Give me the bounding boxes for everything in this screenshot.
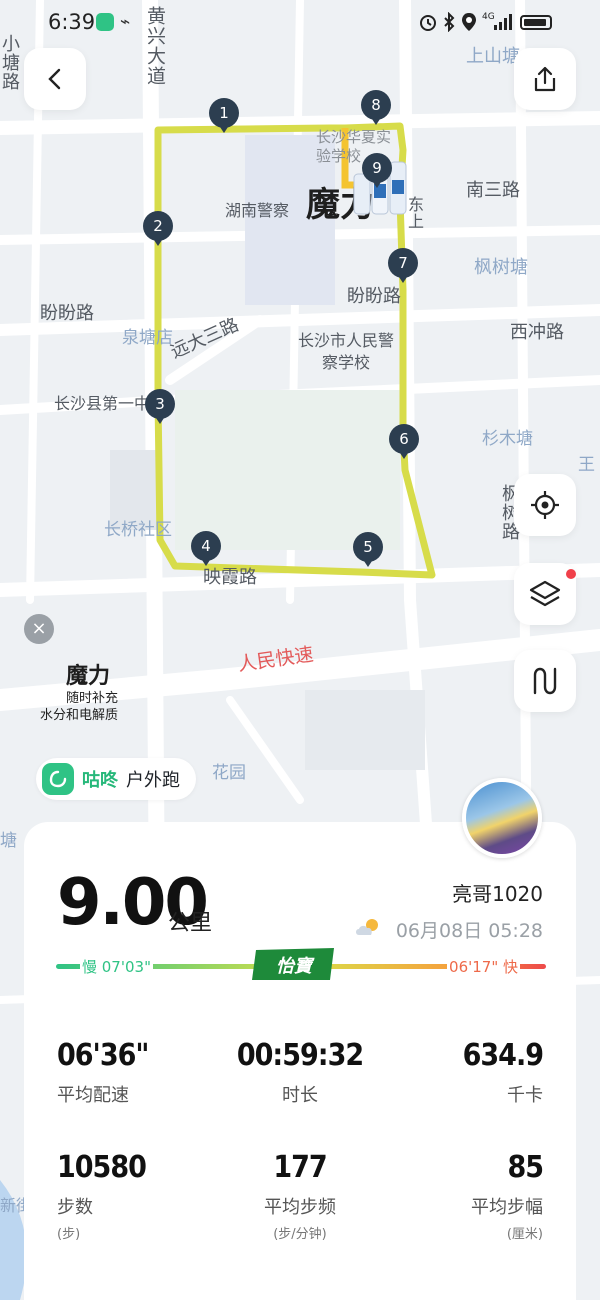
map-label-poi: 杉木塘	[482, 429, 533, 449]
ad-close-button[interactable]: ×	[24, 614, 54, 644]
km-marker[interactable]: 1	[209, 98, 241, 138]
activity-mode: 户外跑	[126, 770, 180, 791]
ad-subtitle[interactable]: 随时补充 水分和电解质	[40, 690, 118, 724]
avatar[interactable]	[462, 778, 542, 858]
chevron-left-icon	[48, 68, 61, 90]
bluetooth-icon	[444, 12, 455, 32]
stat-steps: 10580 步数 (步)	[57, 1150, 147, 1242]
stat-stride: 85 平均步幅 (厘米)	[471, 1150, 544, 1242]
status-time: 6:39	[48, 10, 96, 34]
km-marker[interactable]: 5	[353, 532, 385, 572]
pace-fastest: 06'17" 快	[447, 956, 520, 977]
app-source-chip: 咕咚 户外跑	[36, 758, 196, 800]
layers-icon	[529, 580, 561, 607]
route-curve-icon	[533, 667, 557, 695]
map-label-poi: 长桥社区	[104, 520, 172, 540]
map-label-poi: 王	[578, 455, 595, 475]
battery-icon	[520, 15, 552, 30]
back-button[interactable]	[24, 48, 86, 110]
map-label-poi: 塘	[0, 831, 17, 851]
route-playback-button[interactable]	[514, 650, 576, 712]
status-bar: 6:39 ⌁ 4G	[0, 0, 600, 44]
km-marker[interactable]: 7	[388, 248, 420, 288]
location-icon	[462, 13, 476, 31]
km-marker[interactable]: 8	[361, 90, 393, 130]
map-park	[175, 390, 400, 550]
link-icon: ⌁	[120, 12, 131, 32]
km-marker[interactable]: 4	[191, 531, 223, 571]
map-label-poi: 长沙市人民警察学校	[297, 331, 394, 372]
username[interactable]: 亮哥1020	[452, 878, 543, 907]
notification-dot	[566, 569, 576, 579]
map-label-poi: 枫树塘	[474, 257, 528, 278]
map-label-poi: 花园	[212, 763, 246, 783]
sponsor-logo: 怡寶	[252, 946, 342, 982]
crosshair-icon	[531, 491, 559, 519]
map-label-poi: 上山塘	[466, 46, 520, 67]
share-icon	[534, 66, 556, 92]
alarm-icon	[420, 15, 436, 31]
stat-cadence: 177 平均步频 (步/分钟)	[264, 1150, 336, 1242]
distance-unit: 公里	[168, 911, 213, 936]
pace-slowest: 慢 07'03"	[80, 956, 153, 977]
network-type: 4G	[482, 12, 495, 22]
km-marker[interactable]: 2	[143, 211, 175, 251]
map-label-poi: 湖南警察	[225, 201, 290, 220]
km-marker[interactable]: 9	[362, 153, 394, 193]
app-notification-icon	[96, 13, 114, 31]
codoon-logo-icon	[42, 763, 74, 795]
weather-cloudy-sun-icon	[356, 919, 378, 935]
map-label-road: 南三路	[466, 180, 520, 201]
map-label-road: 西冲路	[510, 322, 564, 343]
app-name: 咕咚	[82, 770, 118, 791]
map-block	[305, 690, 425, 770]
share-button[interactable]	[514, 48, 576, 110]
map-label-poi: 泉塘店	[122, 328, 173, 348]
km-marker[interactable]: 3	[145, 389, 177, 429]
signal-icon	[494, 14, 512, 30]
activity-datetime: 06月08日 05:28	[395, 920, 543, 942]
map-label-road: 盼盼路	[40, 303, 94, 324]
stat-duration: 00:59:32 时长	[236, 1038, 364, 1106]
stat-avg-pace: 06'36" 平均配速	[57, 1038, 149, 1106]
ad-title[interactable]: 魔力	[66, 658, 110, 690]
km-marker[interactable]: 6	[389, 424, 421, 464]
locate-button[interactable]	[514, 474, 576, 536]
stat-calories: 634.9 千卡	[462, 1038, 544, 1106]
